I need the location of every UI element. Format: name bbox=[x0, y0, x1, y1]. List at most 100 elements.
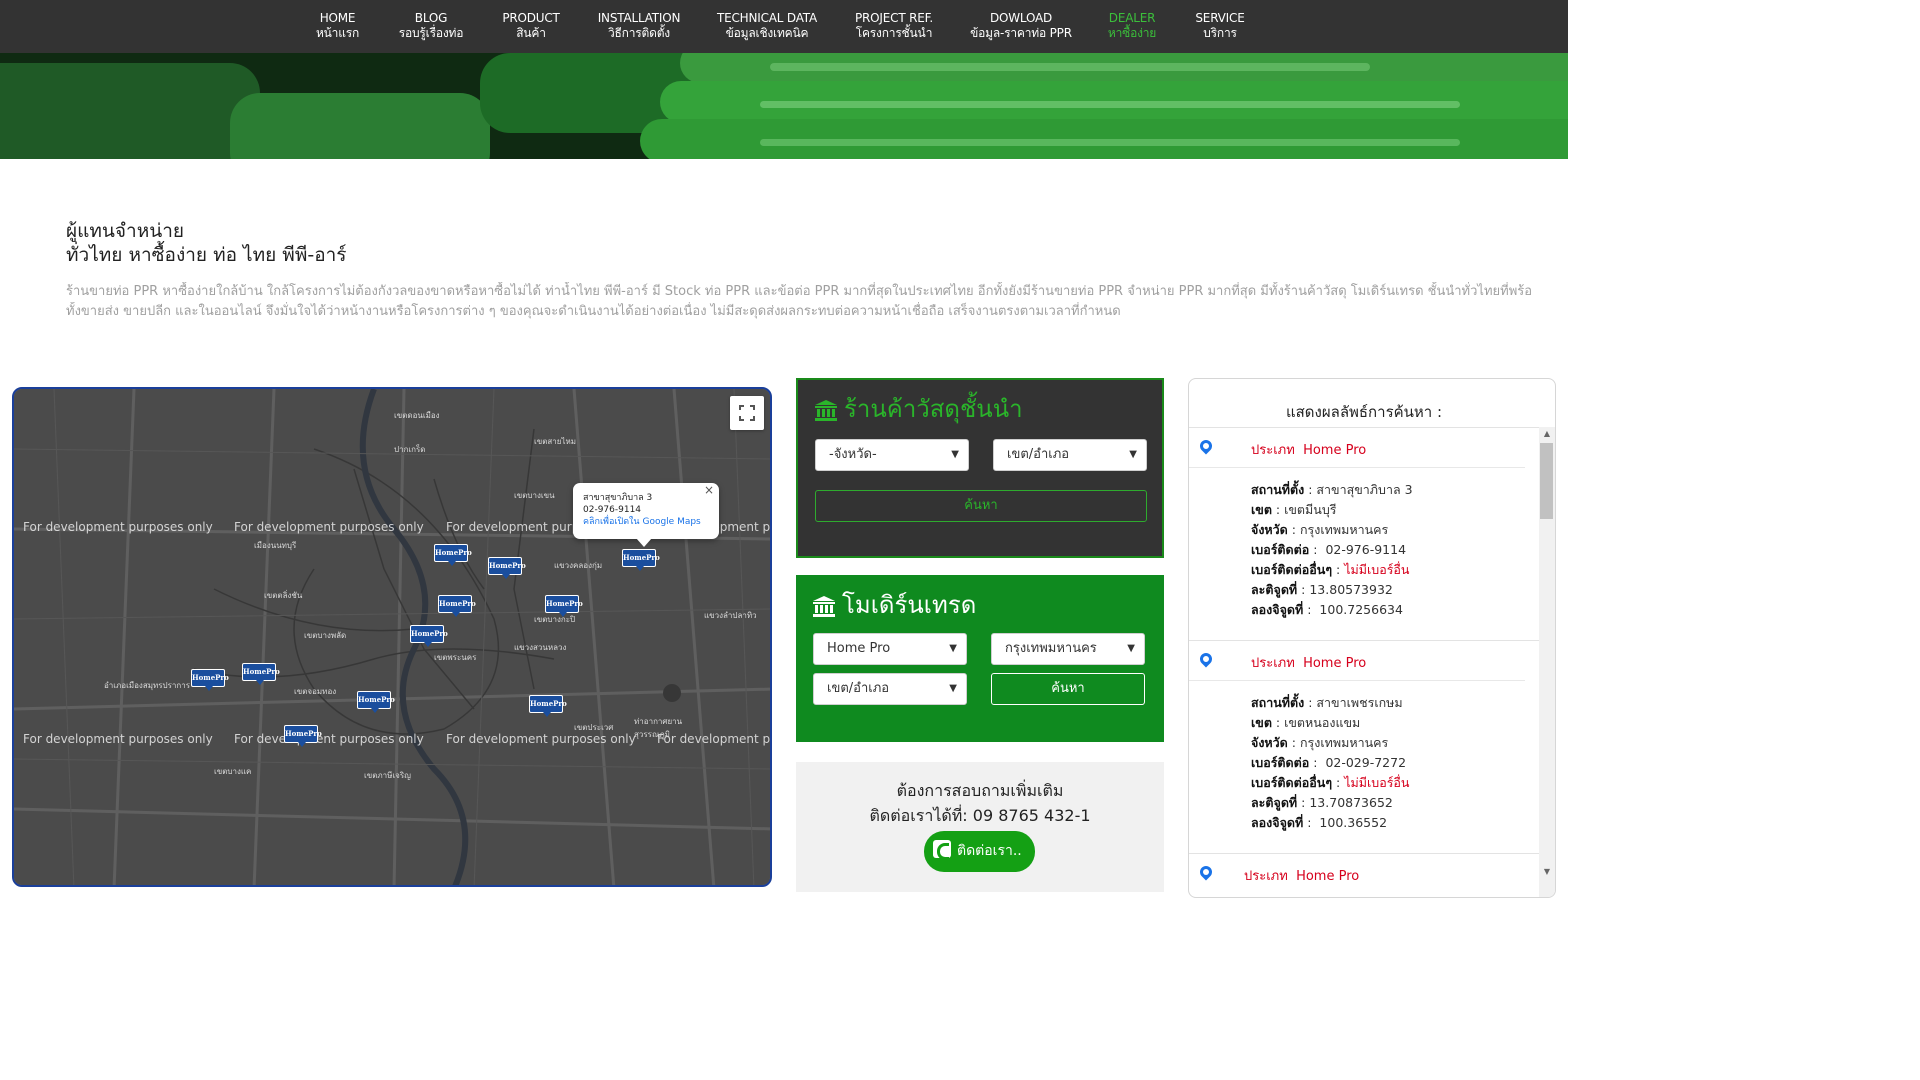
contact-panel: ต้องการสอบถามเพิ่มเติม ติดต่อเราได้ที่: … bbox=[796, 762, 1164, 892]
homepro-marker[interactable]: HomePro bbox=[488, 557, 526, 579]
scroll-up-icon[interactable]: ▲ bbox=[1539, 427, 1555, 441]
map-label: เขตสายไหม bbox=[534, 437, 577, 446]
value-phone-other: ไม่มีเบอร์อื่น bbox=[1344, 562, 1410, 577]
map-info-window: × สาขาสุขาภิบาล 3 02-976-9114 คลิกเพื่อเ… bbox=[573, 483, 719, 547]
dealer-map[interactable]: For development purposes only For develo… bbox=[12, 387, 772, 887]
nav-dealer[interactable]: DEALER หาซื้อง่าย bbox=[1104, 11, 1160, 41]
nav-product[interactable]: PRODUCT สินค้า bbox=[500, 11, 562, 41]
result-item-header: ประเภท Home Pro bbox=[1189, 641, 1525, 681]
result-province: จังหวัด : กรุงเทพมหานคร bbox=[1251, 522, 1389, 537]
nav-blog[interactable]: BLOG รอบรู้เรื่องท่อ bbox=[395, 11, 467, 41]
nav-service-en: SERVICE bbox=[1195, 11, 1245, 25]
modern-trade-panel: โมเดิร์นเทรด Home Pro ▼ กรุงเทพมหานคร ▼ … bbox=[796, 575, 1164, 742]
nav-project-ref[interactable]: PROJECT REF. โครงการชั้นนำ bbox=[852, 11, 936, 41]
result-lat: ละติจูดที่ : 13.80573932 bbox=[1251, 582, 1393, 597]
modern-search-button[interactable]: ค้นหา bbox=[991, 673, 1145, 705]
district-select-modern[interactable]: เขต/อำเภอ ▼ bbox=[813, 673, 967, 705]
bank-icon bbox=[813, 596, 835, 617]
result-location: สถานที่ตั้ง : สาขาสุขาภิบาล 3 bbox=[1251, 482, 1413, 497]
homepro-marker[interactable]: HomePro bbox=[357, 691, 395, 713]
province-select[interactable]: -จังหวัด- ▼ bbox=[815, 439, 969, 471]
homepro-marker[interactable]: HomePro bbox=[434, 544, 472, 566]
value-phone: 02-976-9114 bbox=[1325, 542, 1407, 557]
label-province: จังหวัด bbox=[1251, 735, 1288, 750]
label-lng: ลองจิจูดที่ bbox=[1251, 815, 1304, 830]
search-results-panel: แสดงผลลัพธ์การค้นหา : ประเภท Home Pro สถ… bbox=[1188, 378, 1556, 898]
value-phone: 02-029-7272 bbox=[1325, 755, 1407, 770]
contact-line2: ติดต่อเราได้ที่: 09 8765 432-1 bbox=[869, 806, 1091, 825]
result-phone-other: เบอร์ติดต่ออื่นๆ : ไม่มีเบอร์อื่น bbox=[1251, 775, 1410, 790]
district-select[interactable]: เขต/อำเภอ ▼ bbox=[993, 439, 1147, 471]
chevron-down-icon: ▼ bbox=[951, 449, 959, 460]
fullscreen-icon bbox=[739, 405, 755, 421]
scroll-down-icon[interactable]: ▼ bbox=[1539, 865, 1555, 879]
label-phone: เบอร์ติดต่อ bbox=[1251, 542, 1310, 557]
map-pin-icon bbox=[1197, 437, 1215, 455]
nav-installation[interactable]: INSTALLATION วิธีการติดตั้ง bbox=[596, 11, 682, 41]
result-item[interactable]: ประเภท Home Pro สถานที่ตั้ง : สาขาเพชรเก… bbox=[1189, 640, 1539, 852]
info-gmaps-prefix[interactable]: คลิกเพื่อเปิดใน bbox=[583, 517, 640, 527]
nav-home[interactable]: HOME หน้าแรก bbox=[315, 11, 360, 41]
homepro-marker[interactable]: HomePro bbox=[410, 625, 448, 647]
info-phone: 02-976-9114 bbox=[583, 505, 642, 515]
phone-icon bbox=[933, 840, 951, 860]
province-select-modern[interactable]: กรุงเทพมหานคร ▼ bbox=[991, 633, 1145, 665]
page-title-line2: ทั่วไทย หาซื้อง่าย ท่อ ไทย พีพี-อาร์ bbox=[66, 244, 347, 266]
map-label: เขตบางพลัด bbox=[304, 631, 347, 640]
result-type-value: Home Pro bbox=[1303, 656, 1367, 671]
nav-dealer-th: หาซื้อง่าย bbox=[1107, 26, 1157, 40]
nav-blog-th: รอบรู้เรื่องท่อ bbox=[398, 26, 464, 40]
nav-download-en: DOWLOAD bbox=[989, 11, 1053, 25]
map-label: ท่าอากาศยานสุวรรณภูมิ bbox=[634, 717, 683, 739]
nav-blog-en: BLOG bbox=[414, 11, 448, 25]
result-item[interactable]: ประเภท Home Pro bbox=[1189, 853, 1539, 893]
map-label: เขตตลิ่งชัน bbox=[264, 591, 303, 600]
scrollbar-thumb[interactable] bbox=[1540, 443, 1553, 519]
province-select-value: -จังหวัด- bbox=[829, 447, 877, 462]
homepro-marker[interactable]: HomePro bbox=[191, 669, 229, 691]
homepro-marker[interactable]: HomePro bbox=[438, 595, 476, 617]
fullscreen-button[interactable] bbox=[730, 396, 764, 430]
map-label: เขตภาษีเจริญ bbox=[364, 771, 411, 780]
result-district: เขต : เขตหนองแขม bbox=[1251, 715, 1361, 730]
chevron-down-icon: ▼ bbox=[949, 683, 957, 694]
map-pin-icon bbox=[1197, 863, 1215, 881]
homepro-marker[interactable]: HomePro bbox=[284, 725, 322, 747]
value-province: กรุงเทพมหานคร bbox=[1299, 735, 1389, 750]
store-select[interactable]: Home Pro ▼ bbox=[813, 633, 967, 665]
material-search-button[interactable]: ค้นหา bbox=[815, 490, 1147, 522]
result-item[interactable]: ประเภท Home Pro สถานที่ตั้ง : สาขาสุขาภิ… bbox=[1189, 427, 1539, 639]
homepro-marker[interactable]: HomePro bbox=[622, 549, 660, 571]
intro-line2: ทั้งขายส่ง ขายปลีก และในออนไลน์ จึงมั่นใ… bbox=[66, 304, 1121, 319]
homepro-marker[interactable]: HomePro bbox=[545, 595, 583, 617]
nav-service-th: บริการ bbox=[1203, 26, 1237, 40]
nav-technical-data[interactable]: TECHNICAL DATA ข้อมูลเชิงเทคนิค bbox=[714, 11, 820, 41]
value-lng: 100.36552 bbox=[1319, 815, 1388, 830]
map-label: เขตบางแค bbox=[214, 767, 252, 776]
result-type-label: ประเภท bbox=[1251, 443, 1295, 458]
modern-trade-title-text: โมเดิร์นเทรด bbox=[842, 591, 977, 619]
homepro-marker[interactable]: HomePro bbox=[529, 695, 567, 717]
result-type-value: Home Pro bbox=[1296, 869, 1360, 884]
nav-download[interactable]: DOWLOAD ข้อมูล-ราคาท่อ PPR bbox=[968, 11, 1074, 41]
info-gmaps-link[interactable]: Google Maps bbox=[642, 517, 700, 527]
contact-us-label: ติดต่อเรา.. bbox=[957, 843, 1022, 859]
value-lat: 13.70873652 bbox=[1309, 795, 1393, 810]
result-type: ประเภท Home Pro bbox=[1251, 439, 1366, 460]
info-close-icon[interactable]: × bbox=[704, 484, 714, 496]
result-district: เขต : เขตมีนบุรี bbox=[1251, 502, 1337, 517]
label-lat: ละติจูดที่ bbox=[1251, 582, 1298, 597]
nav-download-th: ข้อมูล-ราคาท่อ PPR bbox=[970, 26, 1072, 40]
label-province: จังหวัด bbox=[1251, 522, 1288, 537]
chevron-down-icon: ▼ bbox=[1127, 643, 1135, 654]
value-location: สาขาเพชรเกษม bbox=[1316, 695, 1403, 710]
contact-us-button[interactable]: ติดต่อเรา.. bbox=[924, 831, 1035, 872]
result-type-value: Home Pro bbox=[1303, 443, 1367, 458]
nav-service[interactable]: SERVICE บริการ bbox=[1192, 11, 1248, 41]
value-phone-other: ไม่มีเบอร์อื่น bbox=[1344, 775, 1410, 790]
modern-trade-title: โมเดิร์นเทรด bbox=[812, 590, 976, 620]
info-tail bbox=[636, 538, 652, 547]
homepro-marker[interactable]: HomePro bbox=[242, 663, 280, 685]
intro-paragraph: ร้านขายท่อ PPR หาซื้อง่ายใกล้บ้าน ใกล้โค… bbox=[66, 282, 1531, 322]
nav-product-th: สินค้า bbox=[516, 26, 546, 40]
